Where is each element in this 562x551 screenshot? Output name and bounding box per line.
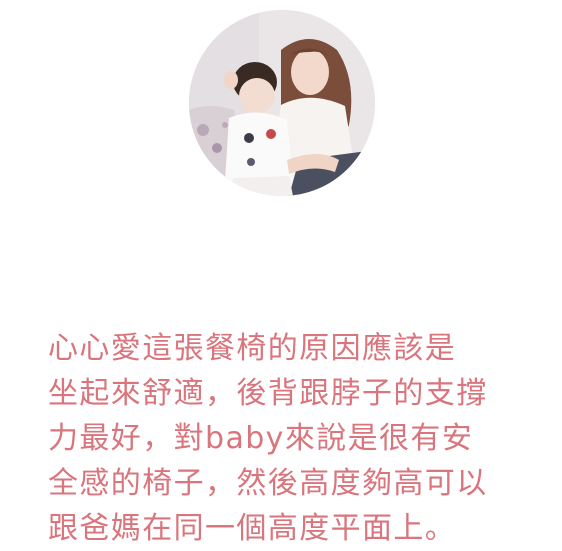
quote-line: 跟爸媽在同一個高度平面上。 [48,511,457,546]
quote-line: 全感的椅子，然後高度夠高可以 [48,466,488,501]
quote-line: 坐起來舒適，後背跟脖子的支撐 [48,376,488,411]
quote-line: 心心愛這張餐椅的原因應該是 [48,331,457,366]
quote-text: 心心愛這張餐椅的原因應該是 坐起來舒適，後背跟脖子的支撐 力最好，對baby來說… [48,326,518,551]
quote-line: 力最好，對baby來說是很有安 [48,421,474,456]
avatar-photo [189,10,375,196]
avatar [189,10,375,196]
